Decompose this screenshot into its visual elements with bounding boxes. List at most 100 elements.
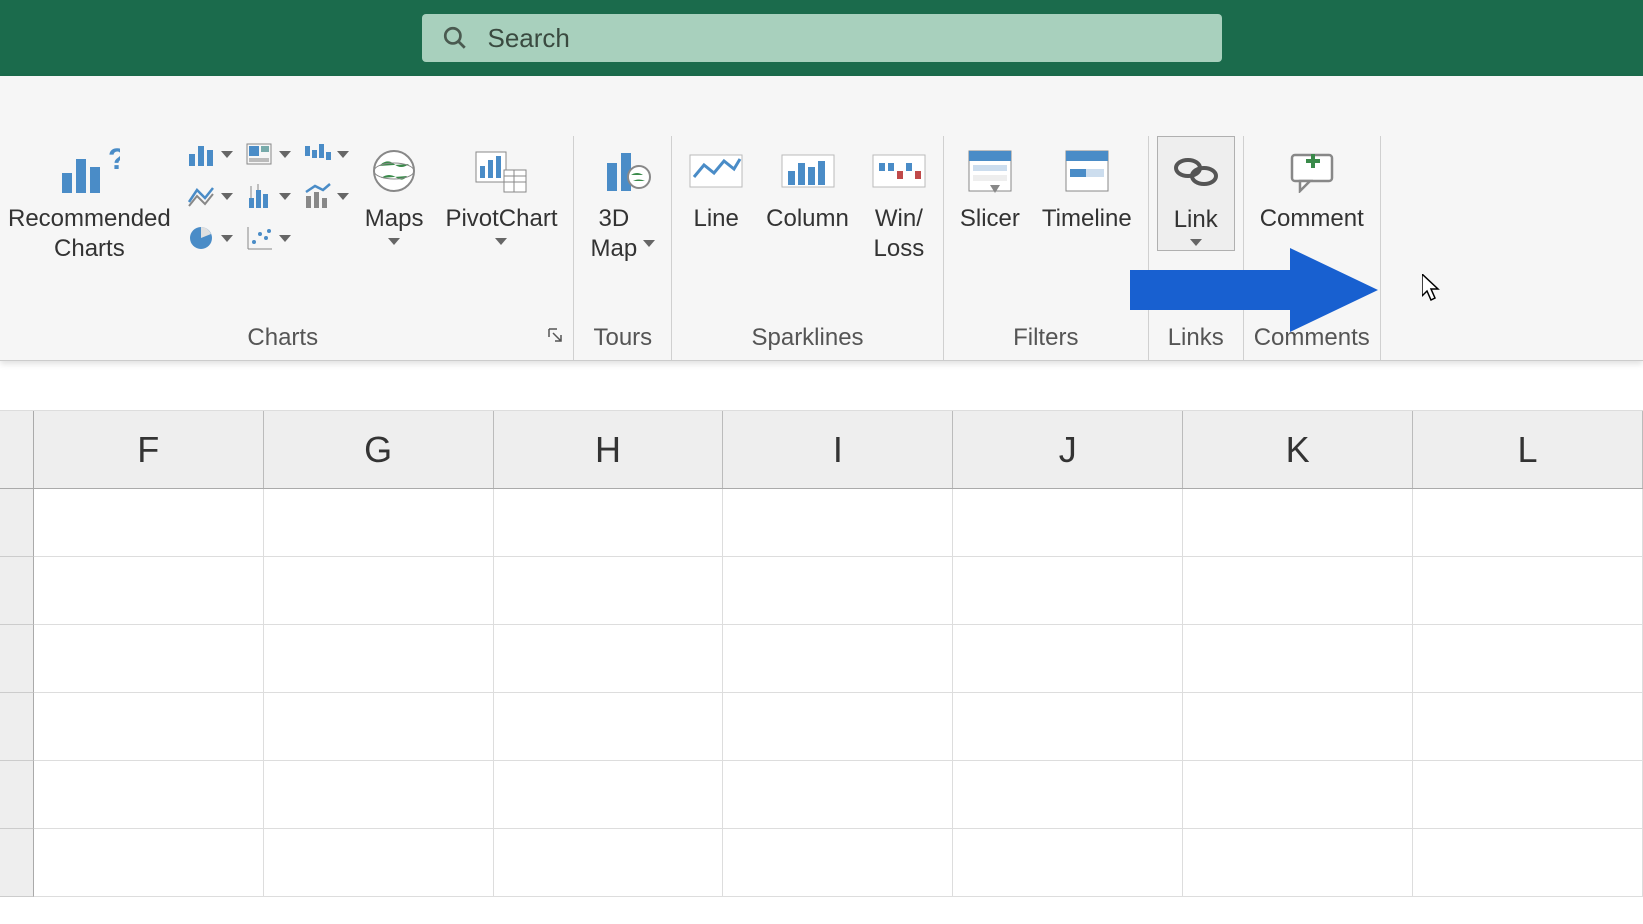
column-headers-row: FGHIJKL: [0, 411, 1643, 489]
cell[interactable]: [1413, 625, 1643, 693]
cell[interactable]: [723, 489, 953, 557]
cell[interactable]: [723, 625, 953, 693]
cell[interactable]: [1413, 557, 1643, 625]
cell[interactable]: [1183, 693, 1413, 761]
sparkline-line-button[interactable]: Line: [680, 136, 752, 238]
scatter-chart-button[interactable]: [243, 222, 293, 254]
timeline-button[interactable]: Timeline: [1034, 136, 1140, 238]
cell[interactable]: [1183, 625, 1413, 693]
group-links: Link Links: [1149, 136, 1244, 360]
hierarchy-chart-button[interactable]: [243, 138, 293, 170]
cell[interactable]: [953, 625, 1183, 693]
row-header[interactable]: [0, 557, 34, 625]
combo-chart-button[interactable]: [301, 180, 351, 212]
group-charts: ? Recommended Charts: [0, 136, 574, 360]
column-header-J[interactable]: J: [953, 411, 1183, 488]
cell[interactable]: [494, 625, 724, 693]
cell[interactable]: [953, 693, 1183, 761]
row-header[interactable]: [0, 761, 34, 829]
cell[interactable]: [264, 761, 494, 829]
cell[interactable]: [264, 557, 494, 625]
comments-group-label: Comments: [1254, 318, 1370, 360]
line-chart-button[interactable]: [185, 180, 235, 212]
cell[interactable]: [1413, 489, 1643, 557]
row-header[interactable]: [0, 489, 34, 557]
cell[interactable]: [494, 489, 724, 557]
cell[interactable]: [34, 761, 264, 829]
cell[interactable]: [34, 557, 264, 625]
group-filters: Slicer Timeline Filters: [944, 136, 1149, 360]
cell[interactable]: [34, 625, 264, 693]
sparkline-column-icon: [780, 151, 836, 191]
ribbon-insert-tab: ? Recommended Charts: [0, 76, 1643, 361]
cell[interactable]: [1183, 761, 1413, 829]
maps-button[interactable]: Maps: [357, 136, 432, 249]
cell[interactable]: [953, 761, 1183, 829]
comment-label: Comment: [1260, 204, 1364, 234]
cell[interactable]: [953, 557, 1183, 625]
3d-map-icon: [595, 145, 651, 197]
search-input[interactable]: [488, 23, 1202, 54]
cell[interactable]: [494, 557, 724, 625]
waterfall-chart-button[interactable]: [301, 138, 351, 170]
link-icon: [1168, 152, 1224, 192]
cell[interactable]: [723, 693, 953, 761]
column-header-H[interactable]: H: [494, 411, 724, 488]
cell[interactable]: [1183, 489, 1413, 557]
search-box[interactable]: [422, 14, 1222, 62]
group-comments: Comment Comments: [1244, 136, 1381, 360]
pivotchart-button[interactable]: PivotChart: [437, 136, 565, 249]
statistic-chart-button[interactable]: [243, 180, 293, 212]
search-icon: [442, 25, 468, 51]
row-header[interactable]: [0, 625, 34, 693]
column-header-I[interactable]: I: [723, 411, 953, 488]
cell[interactable]: [1183, 829, 1413, 897]
cell[interactable]: [494, 761, 724, 829]
cell[interactable]: [723, 761, 953, 829]
3d-map-button[interactable]: 3D Map: [582, 136, 663, 268]
row-header[interactable]: [0, 693, 34, 761]
pie-chart-button[interactable]: [185, 222, 235, 254]
cell[interactable]: [1183, 557, 1413, 625]
cell[interactable]: [494, 829, 724, 897]
slicer-icon: [965, 147, 1015, 195]
cell[interactable]: [264, 625, 494, 693]
sparkline-column-label: Column: [766, 204, 849, 234]
cell[interactable]: [1413, 693, 1643, 761]
cell[interactable]: [723, 829, 953, 897]
column-header-F[interactable]: F: [34, 411, 264, 488]
comment-button[interactable]: Comment: [1252, 136, 1372, 238]
link-label: Link: [1174, 205, 1218, 235]
column-chart-button[interactable]: [185, 138, 235, 170]
cell[interactable]: [264, 489, 494, 557]
cell[interactable]: [264, 829, 494, 897]
column-header-K[interactable]: K: [1183, 411, 1413, 488]
sparkline-winloss-button[interactable]: Win/ Loss: [863, 136, 935, 268]
cell[interactable]: [953, 829, 1183, 897]
slicer-button[interactable]: Slicer: [952, 136, 1028, 238]
cell[interactable]: [34, 829, 264, 897]
cell[interactable]: [34, 489, 264, 557]
column-header-L[interactable]: L: [1413, 411, 1643, 488]
select-all-corner[interactable]: [0, 411, 34, 488]
cell[interactable]: [723, 557, 953, 625]
formula-bar[interactable]: [0, 361, 1643, 411]
comment-icon: [1286, 149, 1338, 193]
sparkline-column-button[interactable]: Column: [758, 136, 857, 238]
group-tours: 3D Map Tours: [574, 136, 672, 360]
cell[interactable]: [494, 693, 724, 761]
cell[interactable]: [953, 489, 1183, 557]
pivotchart-label: PivotChart: [445, 204, 557, 234]
recommended-charts-button[interactable]: ? Recommended Charts: [0, 136, 179, 268]
column-header-G[interactable]: G: [264, 411, 494, 488]
cell[interactable]: [1413, 829, 1643, 897]
sparkline-winloss-icon: [871, 151, 927, 191]
link-button[interactable]: Link: [1157, 136, 1235, 251]
row-header[interactable]: [0, 829, 34, 897]
cell[interactable]: [264, 693, 494, 761]
charts-group-label: Charts: [247, 324, 318, 352]
slicer-label: Slicer: [960, 204, 1020, 234]
cell[interactable]: [1413, 761, 1643, 829]
cell[interactable]: [34, 693, 264, 761]
charts-dialog-launcher[interactable]: [547, 327, 563, 348]
